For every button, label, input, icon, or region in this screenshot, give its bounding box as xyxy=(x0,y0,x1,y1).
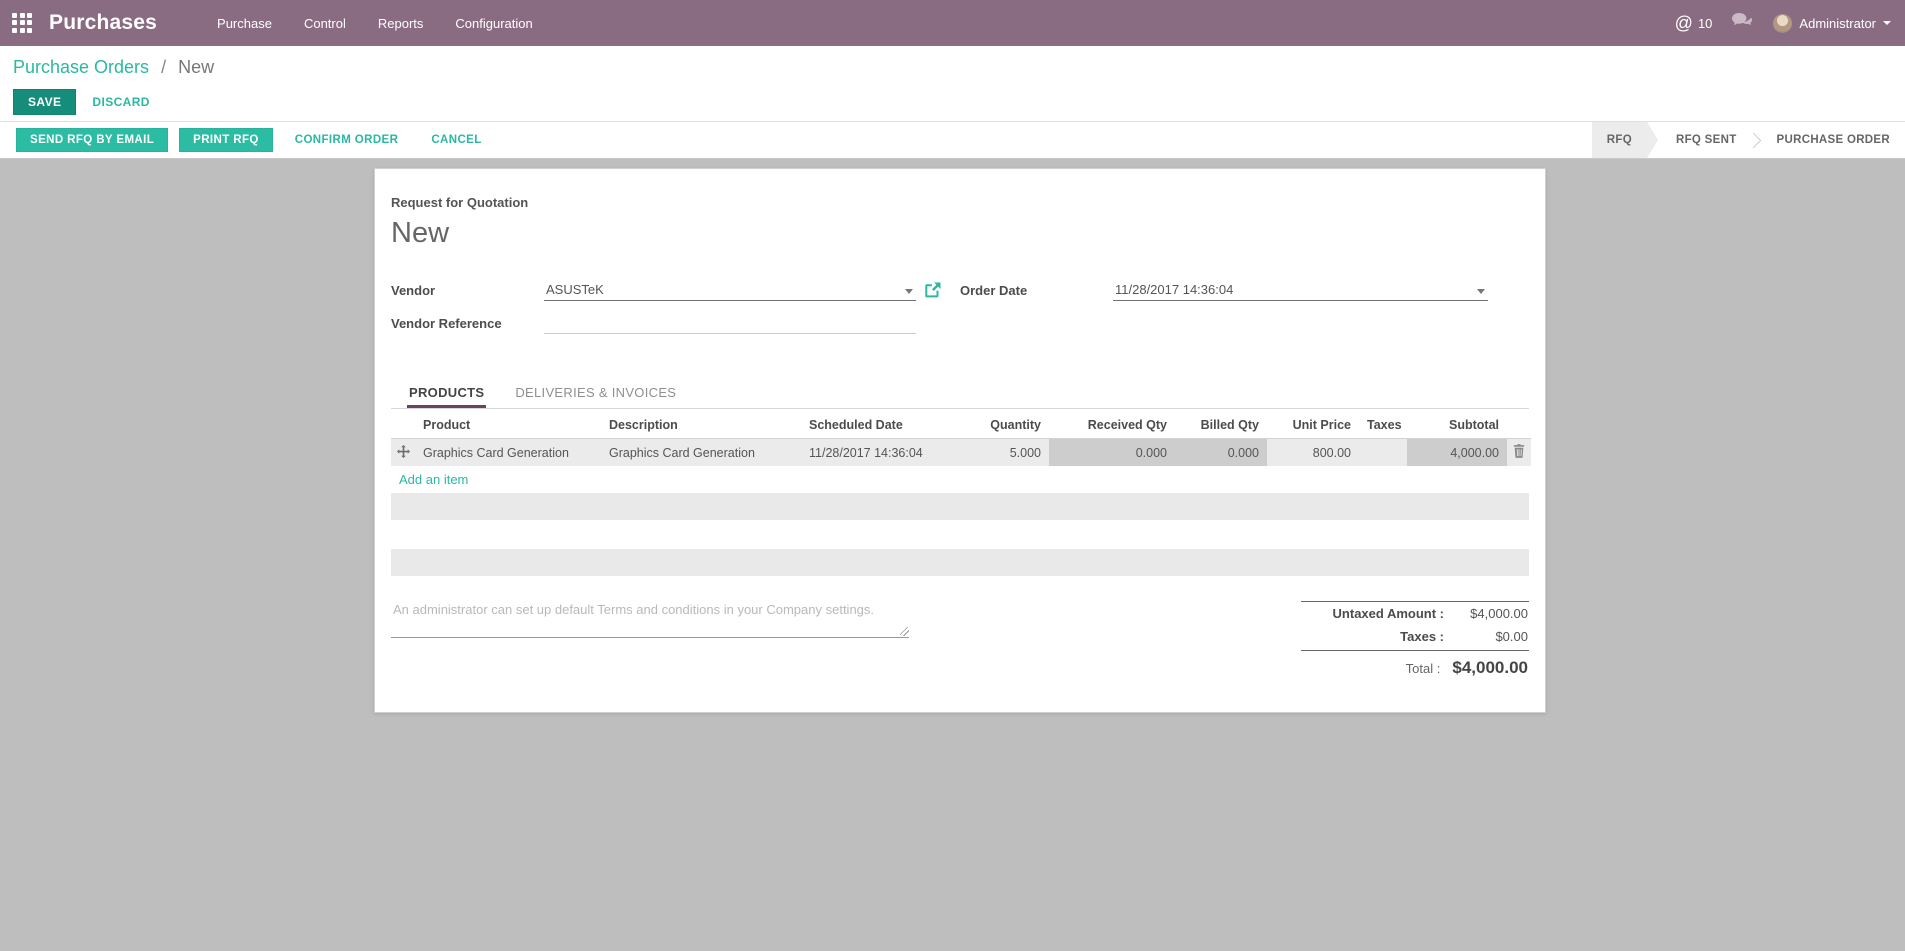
add-item-row: Add an item xyxy=(391,466,1531,493)
cancel-button[interactable]: CANCEL xyxy=(420,129,492,151)
top-menu: Purchase Control Reports Configuration xyxy=(215,12,535,35)
at-mention-icon: @ xyxy=(1675,14,1693,32)
order-date-field[interactable]: 11/28/2017 14:36:04 xyxy=(1113,280,1488,301)
drag-handle-icon[interactable] xyxy=(391,439,415,467)
user-name: Administrator xyxy=(1799,16,1876,31)
column-quantity: Quantity xyxy=(971,411,1049,439)
untaxed-amount-label: Untaxed Amount : xyxy=(1333,606,1444,621)
tab-products[interactable]: PRODUCTS xyxy=(407,376,486,408)
print-rfq-button[interactable]: PRINT RFQ xyxy=(179,128,273,152)
empty-row-stripe xyxy=(391,549,1529,576)
handle-column-header xyxy=(391,411,415,439)
resize-grip-icon[interactable] xyxy=(900,627,909,636)
form-view: Request for Quotation New Vendor ASUSTeK xyxy=(0,159,1905,713)
internal-link-icon[interactable] xyxy=(925,282,941,298)
order-date-value: 11/28/2017 14:36:04 xyxy=(1115,282,1233,297)
column-taxes: Taxes xyxy=(1359,411,1407,439)
untaxed-amount-value: $4,000.00 xyxy=(1444,606,1528,621)
cell-scheduled-date[interactable]: 11/28/2017 14:36:04 xyxy=(801,439,971,467)
terms-placeholder: An administrator can set up default Term… xyxy=(393,602,907,617)
column-billed-qty: Billed Qty xyxy=(1175,411,1267,439)
terms-conditions-textarea[interactable]: An administrator can set up default Term… xyxy=(391,601,909,638)
breadcrumb-purchase-orders[interactable]: Purchase Orders xyxy=(13,57,149,77)
menu-item-control[interactable]: Control xyxy=(302,12,348,35)
send-rfq-by-email-button[interactable]: SEND RFQ BY EMAIL xyxy=(16,128,168,152)
mentions-counter[interactable]: @ 10 xyxy=(1675,14,1713,32)
totals-block: Untaxed Amount : $4,000.00 Taxes : $0.00… xyxy=(1301,601,1529,682)
vendor-field[interactable]: ASUSTeK xyxy=(544,280,916,301)
control-panel: Purchase Orders / New SAVE DISCARD xyxy=(0,46,1905,121)
notebook-tabs: PRODUCTS DELIVERIES & INVOICES xyxy=(391,376,1529,409)
breadcrumb: Purchase Orders / New xyxy=(13,57,1889,78)
chat-bubble-icon xyxy=(1732,13,1753,34)
cell-taxes[interactable] xyxy=(1359,439,1407,467)
taxes-value: $0.00 xyxy=(1444,629,1528,644)
column-scheduled-date: Scheduled Date xyxy=(801,411,971,439)
menu-item-configuration[interactable]: Configuration xyxy=(453,12,534,35)
delete-column-header xyxy=(1507,411,1531,439)
status-step-rfq-sent[interactable]: RFQ SENT xyxy=(1661,122,1752,158)
column-product: Product xyxy=(415,411,601,439)
apps-grid-icon[interactable] xyxy=(12,13,33,34)
delete-row-button[interactable] xyxy=(1507,439,1531,467)
status-step-rfq[interactable]: RFQ xyxy=(1592,122,1647,158)
discard-button[interactable]: DISCARD xyxy=(92,95,149,109)
total-value: $4,000.00 xyxy=(1440,658,1528,678)
vendor-reference-field[interactable] xyxy=(544,313,916,334)
messages-button[interactable] xyxy=(1732,13,1753,34)
total-label: Total : xyxy=(1406,661,1441,676)
table-row: Graphics Card Generation Graphics Card G… xyxy=(391,439,1531,467)
status-pipeline: RFQ RFQ SENT PURCHASE ORDER xyxy=(1592,122,1905,158)
vendor-label: Vendor xyxy=(391,283,544,301)
doc-type-label: Request for Quotation xyxy=(391,195,1529,210)
statusbar-row: SEND RFQ BY EMAIL PRINT RFQ CONFIRM ORDE… xyxy=(0,121,1905,159)
record-title: New xyxy=(391,217,1529,250)
order-lines-table: Product Description Scheduled Date Quant… xyxy=(391,411,1531,493)
topbar: Purchases Purchase Control Reports Confi… xyxy=(0,0,1905,46)
form-sheet: Request for Quotation New Vendor ASUSTeK xyxy=(374,168,1546,713)
cell-product[interactable]: Graphics Card Generation xyxy=(415,439,601,467)
column-received-qty: Received Qty xyxy=(1049,411,1175,439)
dropdown-caret-icon[interactable] xyxy=(1477,289,1485,294)
cell-description[interactable]: Graphics Card Generation xyxy=(601,439,801,467)
column-subtotal: Subtotal xyxy=(1407,411,1507,439)
breadcrumb-current: New xyxy=(178,57,214,77)
field-group: Vendor ASUSTeK Vendor Reference xyxy=(391,280,1529,346)
cell-subtotal: 4,000.00 xyxy=(1407,439,1507,467)
column-unit-price: Unit Price xyxy=(1267,411,1359,439)
vendor-reference-label: Vendor Reference xyxy=(391,316,544,334)
menu-item-purchase[interactable]: Purchase xyxy=(215,12,274,35)
app-title: Purchases xyxy=(49,11,157,35)
mention-count: 10 xyxy=(1698,16,1712,31)
cell-billed-qty: 0.000 xyxy=(1175,439,1267,467)
confirm-order-button[interactable]: CONFIRM ORDER xyxy=(284,129,410,151)
breadcrumb-separator: / xyxy=(161,57,166,77)
save-button[interactable]: SAVE xyxy=(13,89,76,115)
add-an-item-link[interactable]: Add an item xyxy=(399,472,468,487)
empty-row-stripe xyxy=(391,493,1529,520)
cell-quantity[interactable]: 5.000 xyxy=(971,439,1049,467)
column-description: Description xyxy=(601,411,801,439)
dropdown-caret-icon[interactable] xyxy=(905,289,913,294)
chevron-down-icon xyxy=(1883,21,1891,25)
user-menu[interactable]: Administrator xyxy=(1773,14,1891,33)
user-avatar xyxy=(1773,14,1792,33)
status-step-purchase-order[interactable]: PURCHASE ORDER xyxy=(1762,122,1905,158)
cell-received-qty: 0.000 xyxy=(1049,439,1175,467)
tab-deliveries-invoices[interactable]: DELIVERIES & INVOICES xyxy=(513,376,678,408)
menu-item-reports[interactable]: Reports xyxy=(376,12,426,35)
order-date-label: Order Date xyxy=(960,283,1113,301)
cell-unit-price[interactable]: 800.00 xyxy=(1267,439,1359,467)
vendor-value: ASUSTeK xyxy=(546,282,604,297)
table-header-row: Product Description Scheduled Date Quant… xyxy=(391,411,1531,439)
taxes-label: Taxes : xyxy=(1400,629,1444,644)
